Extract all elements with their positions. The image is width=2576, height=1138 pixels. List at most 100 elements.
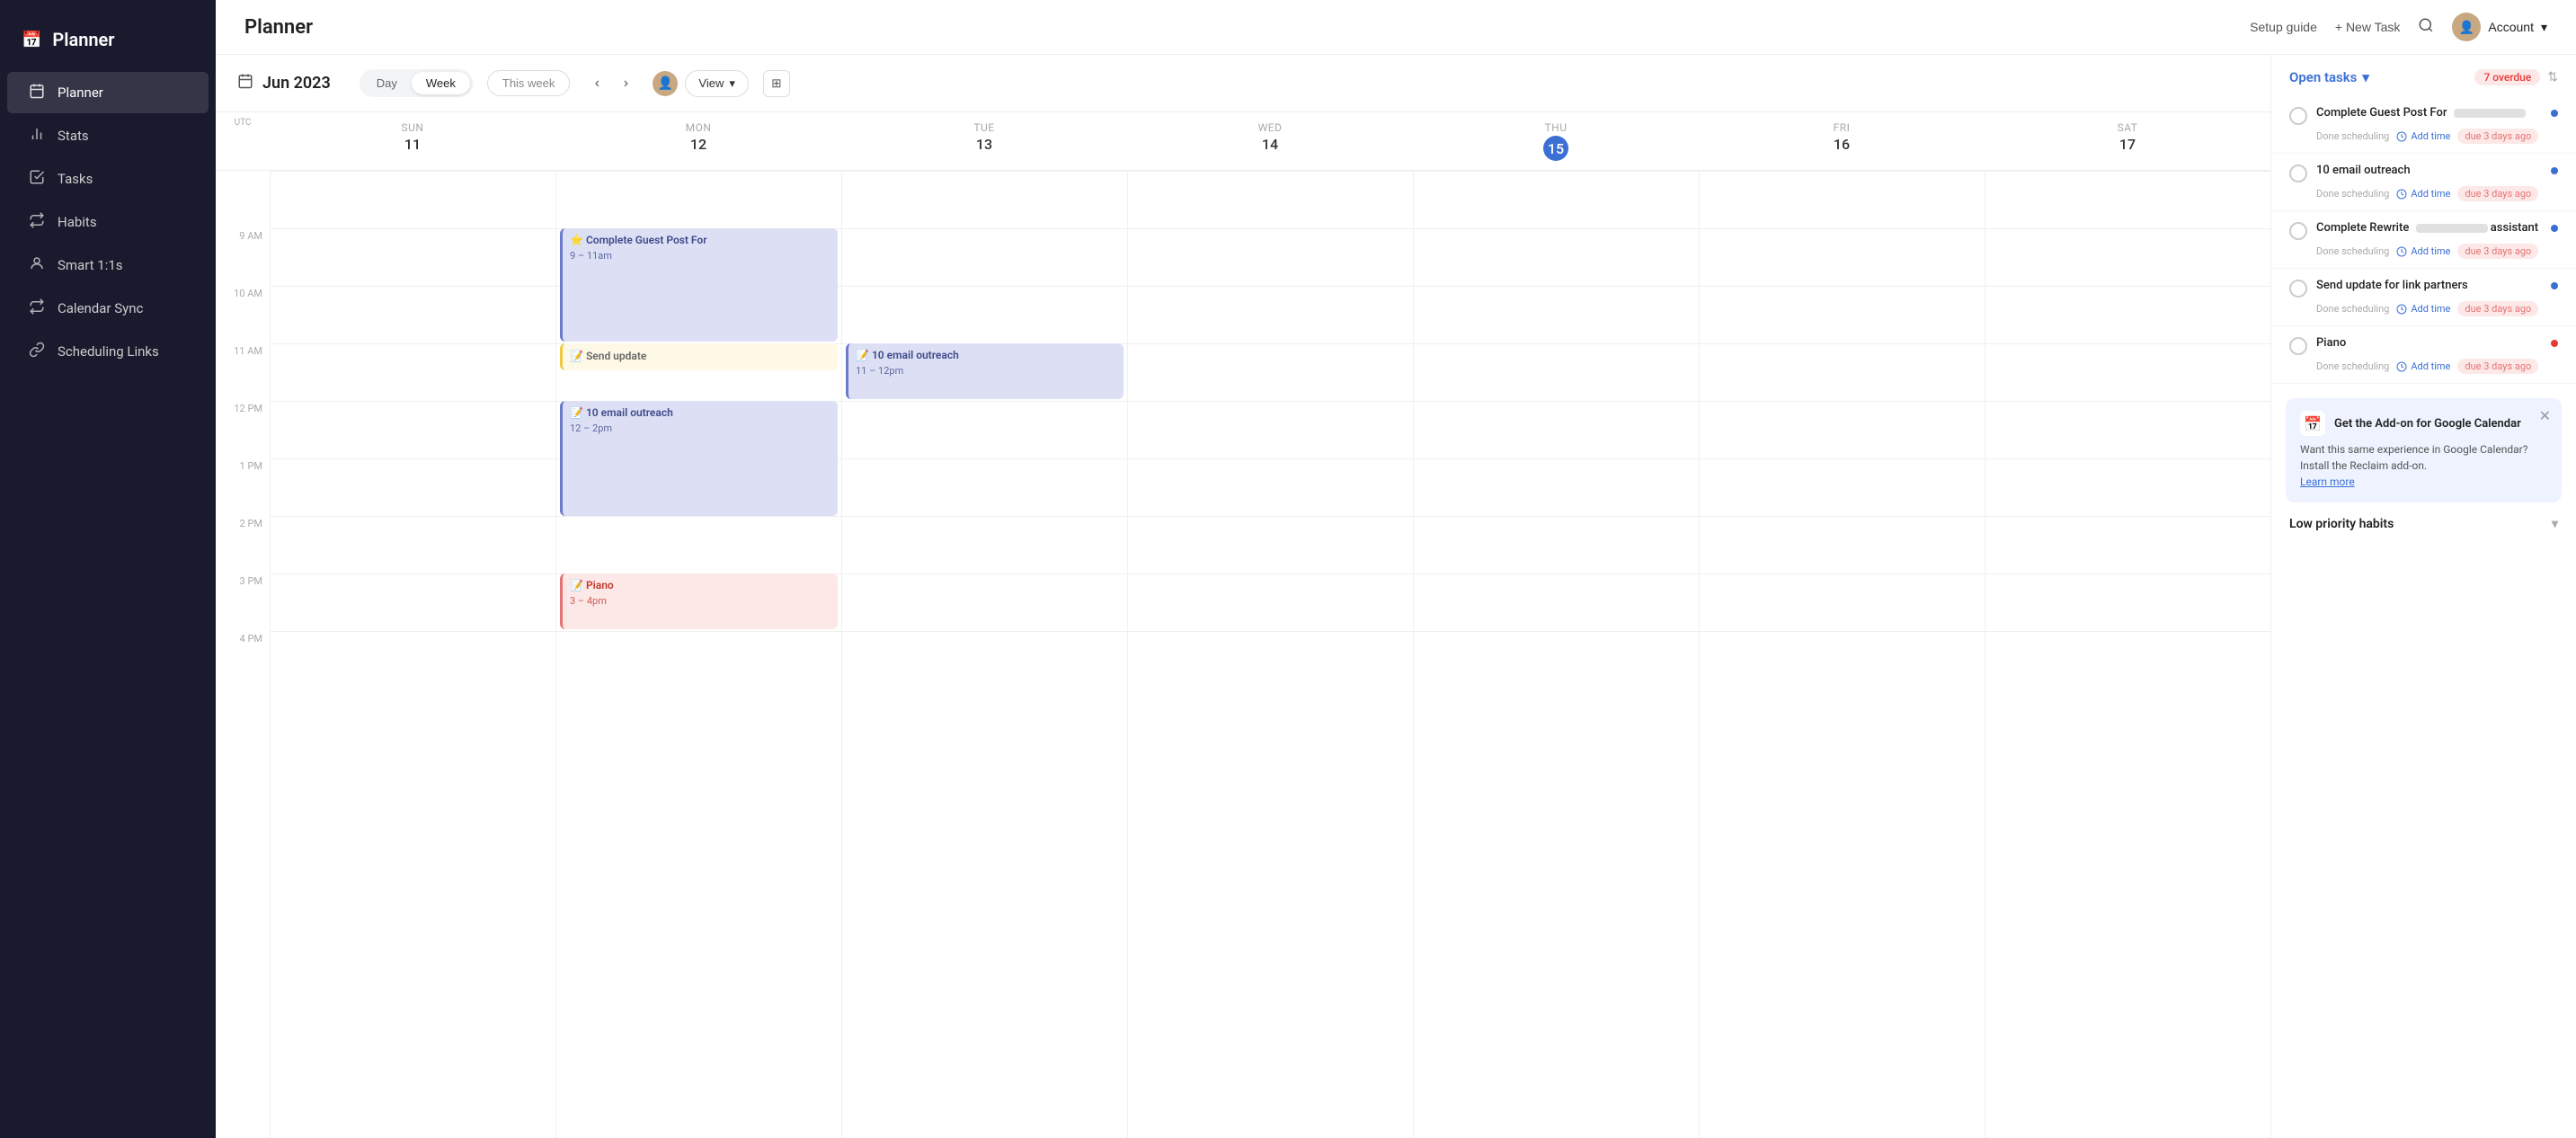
expand-button[interactable]: ⊞ bbox=[763, 70, 790, 97]
task-check-piano[interactable] bbox=[2289, 337, 2307, 355]
day-headers: UTC Sun 11 Mon 12 Tue 13 Wed bbox=[216, 112, 2270, 171]
task-check-send-update[interactable] bbox=[2289, 280, 2307, 298]
day-col-sat[interactable] bbox=[1985, 171, 2270, 1138]
chevron-tasks-icon: ▾ bbox=[2362, 69, 2369, 85]
gcal-learn-more-link[interactable]: Learn more bbox=[2300, 476, 2355, 488]
event-piano-mon[interactable]: 📝Piano 3 – 4pm bbox=[560, 573, 838, 629]
time-grid: 9 AM 10 AM 11 AM 12 PM 1 PM 2 PM 3 PM 4 … bbox=[216, 171, 2270, 1138]
chevron-low-priority-icon: ▾ bbox=[2552, 517, 2558, 531]
task-add-time-complete-guest-post[interactable]: Add time bbox=[2396, 130, 2450, 142]
task-add-time-email-outreach[interactable]: Add time bbox=[2396, 188, 2450, 200]
tasks-icon bbox=[29, 169, 45, 189]
task-title-blur bbox=[2454, 109, 2526, 118]
month-year-label: Jun 2023 bbox=[262, 74, 331, 93]
sidebar-item-smart-1on1[interactable]: Smart 1:1s bbox=[7, 244, 209, 286]
day-col-thu[interactable] bbox=[1413, 171, 1699, 1138]
task-due-email-outreach: due 3 days ago bbox=[2457, 186, 2538, 201]
sidebar-item-habits-label: Habits bbox=[58, 214, 97, 230]
sidebar-item-habits[interactable]: Habits bbox=[7, 201, 209, 243]
day-col-wed[interactable] bbox=[1127, 171, 1413, 1138]
sidebar-item-calendar-sync-label: Calendar Sync bbox=[58, 300, 143, 316]
task-due-complete-guest-post: due 3 days ago bbox=[2457, 129, 2538, 144]
task-item-complete-rewrite: Complete Rewrite assistant Done scheduli… bbox=[2271, 211, 2576, 269]
calendar-toolbar: Jun 2023 Day Week This week ‹ › 👤 View ▾ bbox=[216, 55, 2270, 112]
calendar-icon-small bbox=[237, 73, 253, 93]
gcal-promo-close-button[interactable]: ✕ bbox=[2539, 407, 2551, 424]
task-check-email-outreach[interactable] bbox=[2289, 164, 2307, 182]
task-check-complete-rewrite[interactable] bbox=[2289, 222, 2307, 240]
task-due-complete-rewrite: due 3 days ago bbox=[2457, 244, 2538, 259]
time-10am: 10 AM bbox=[216, 286, 270, 343]
task-item-send-update: Send update for link partners Done sched… bbox=[2271, 269, 2576, 326]
day-week-toggle: Day Week bbox=[360, 69, 473, 97]
day-header-thu: Thu 15 bbox=[1413, 112, 1699, 170]
new-task-button[interactable]: + New Task bbox=[2335, 20, 2401, 34]
sidebar-logo[interactable]: 📅 Planner bbox=[0, 18, 216, 72]
open-tasks-header: Open tasks ▾ 7 overdue ⇅ bbox=[2271, 69, 2576, 96]
event-send-update[interactable]: 📝Send update bbox=[560, 343, 838, 370]
sidebar-item-tasks[interactable]: Tasks bbox=[7, 158, 209, 200]
task-dot-piano bbox=[2551, 340, 2558, 347]
task-add-time-complete-rewrite[interactable]: Add time bbox=[2396, 245, 2450, 257]
task-title-blur-rewrite bbox=[2416, 224, 2488, 233]
week-toggle-button[interactable]: Week bbox=[412, 72, 470, 94]
utc-label: UTC bbox=[216, 112, 270, 170]
sidebar-item-calendar-sync[interactable]: Calendar Sync bbox=[7, 288, 209, 329]
sidebar-item-planner[interactable]: Planner bbox=[7, 72, 209, 113]
day-header-sat: Sat 17 bbox=[1985, 112, 2270, 170]
main-content: Planner Setup guide + New Task 👤 Account… bbox=[216, 0, 2576, 1138]
day-header-sun: Sun 11 bbox=[270, 112, 555, 170]
task-add-time-piano[interactable]: Add time bbox=[2396, 360, 2450, 372]
sidebar-logo-label: Planner bbox=[52, 29, 114, 50]
event-email-outreach-mon[interactable]: 📝10 email outreach 12 – 2pm bbox=[560, 401, 838, 516]
task-dot-complete-guest-post bbox=[2551, 110, 2558, 117]
account-button[interactable]: 👤 Account ▾ bbox=[2452, 13, 2547, 41]
overdue-badge: 7 overdue bbox=[2474, 69, 2540, 85]
setup-guide-button[interactable]: Setup guide bbox=[2250, 20, 2317, 34]
day-toggle-button[interactable]: Day bbox=[362, 72, 412, 94]
smart-1on1-icon bbox=[29, 255, 45, 275]
calendar-area: Jun 2023 Day Week This week ‹ › 👤 View ▾ bbox=[216, 55, 2270, 1138]
gcal-promo-body: Want this same experience in Google Cale… bbox=[2300, 441, 2547, 490]
sidebar-item-scheduling-links[interactable]: Scheduling Links bbox=[7, 331, 209, 372]
day-header-fri: Fri 16 bbox=[1699, 112, 1985, 170]
task-status-complete-guest-post: Done scheduling bbox=[2316, 130, 2389, 142]
day-col-sun[interactable] bbox=[270, 171, 555, 1138]
task-item-piano: Piano Done scheduling Add time due 3 day… bbox=[2271, 326, 2576, 384]
sidebar: 📅 Planner Planner Stats Tasks Habits bbox=[0, 0, 216, 1138]
search-icon[interactable] bbox=[2418, 17, 2434, 37]
day-header-wed: Wed 14 bbox=[1127, 112, 1413, 170]
day-col-mon[interactable]: ⭐Complete Guest Post For 9 – 11am 📝Send … bbox=[555, 171, 841, 1138]
chevron-view-icon: ▾ bbox=[729, 76, 735, 91]
this-week-button[interactable]: This week bbox=[487, 70, 571, 96]
task-dot-email-outreach bbox=[2551, 167, 2558, 174]
task-dot-complete-rewrite bbox=[2551, 225, 2558, 232]
next-week-button[interactable]: › bbox=[613, 71, 638, 96]
sort-icon[interactable]: ⇅ bbox=[2547, 70, 2558, 84]
task-add-time-send-update[interactable]: Add time bbox=[2396, 303, 2450, 315]
task-status-email-outreach: Done scheduling bbox=[2316, 188, 2389, 200]
day-col-tue[interactable]: 📝10 email outreach 11 – 12pm bbox=[841, 171, 1127, 1138]
task-check-complete-guest-post[interactable] bbox=[2289, 107, 2307, 125]
scheduling-links-icon bbox=[29, 342, 45, 361]
sidebar-navigation: Planner Stats Tasks Habits Smart 1:1s bbox=[0, 72, 216, 372]
calendar-sync-icon bbox=[29, 298, 45, 318]
day-col-fri[interactable] bbox=[1699, 171, 1985, 1138]
prev-week-button[interactable]: ‹ bbox=[584, 71, 609, 96]
account-label: Account bbox=[2488, 20, 2534, 34]
event-email-outreach-tue[interactable]: 📝10 email outreach 11 – 12pm bbox=[846, 343, 1124, 399]
sidebar-item-planner-label: Planner bbox=[58, 84, 103, 101]
event-complete-guest-post[interactable]: ⭐Complete Guest Post For 9 – 11am bbox=[560, 228, 838, 342]
task-status-piano: Done scheduling bbox=[2316, 360, 2389, 372]
day-header-tue: Tue 13 bbox=[841, 112, 1127, 170]
gcal-promo-title: Get the Add-on for Google Calendar bbox=[2334, 417, 2521, 431]
open-tasks-label[interactable]: Open tasks ▾ bbox=[2289, 69, 2369, 85]
page-title: Planner bbox=[244, 16, 313, 39]
view-button[interactable]: View ▾ bbox=[685, 70, 748, 97]
sidebar-item-stats[interactable]: Stats bbox=[7, 115, 209, 156]
sidebar-item-tasks-label: Tasks bbox=[58, 171, 93, 187]
chevron-down-icon: ▾ bbox=[2541, 20, 2547, 35]
gcal-promo: ✕ 📅 Get the Add-on for Google Calendar W… bbox=[2286, 398, 2562, 502]
low-priority-header[interactable]: Low priority habits ▾ bbox=[2289, 517, 2558, 531]
task-item-email-outreach: 10 email outreach Done scheduling Add ti… bbox=[2271, 154, 2576, 211]
